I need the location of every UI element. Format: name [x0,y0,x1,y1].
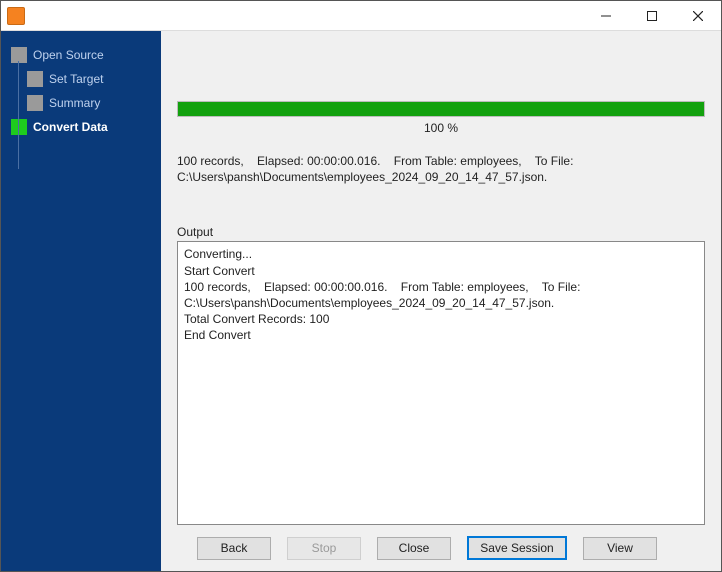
progress-bar [177,101,705,117]
step-label: Summary [49,96,100,110]
step-summary[interactable]: Summary [1,91,161,115]
step-open-source[interactable]: Open Source [1,43,161,67]
content-area: 100 % 100 records, Elapsed: 00:00:00.016… [161,31,721,525]
step-status-icon [11,47,27,63]
save-session-button[interactable]: Save Session [467,536,567,560]
main-panel: 100 % 100 records, Elapsed: 00:00:00.016… [161,31,721,571]
step-label: Set Target [49,72,103,86]
window-controls [583,1,721,30]
output-section: Output Converting... Start Convert 100 r… [177,225,705,525]
step-label: Open Source [33,48,104,62]
conversion-summary-text: 100 records, Elapsed: 00:00:00.016. From… [177,153,705,185]
output-log[interactable]: Converting... Start Convert 100 records,… [177,241,705,525]
close-window-button[interactable] [675,1,721,30]
step-status-icon [27,71,43,87]
app-icon [7,7,25,25]
step-convert-data[interactable]: Convert Data [1,115,161,139]
step-status-icon [27,95,43,111]
back-button[interactable]: Back [197,537,271,560]
wizard-sidebar: Open Source Set Target Summary Convert D… [1,31,161,571]
titlebar [1,1,721,31]
titlebar-left [1,7,25,25]
tree-connector [18,61,19,169]
minimize-button[interactable] [583,1,629,30]
close-icon [693,11,703,21]
body: Open Source Set Target Summary Convert D… [1,31,721,571]
view-button[interactable]: View [583,537,657,560]
stop-button: Stop [287,537,361,560]
wizard-steps: Open Source Set Target Summary Convert D… [1,43,161,139]
app-window: Open Source Set Target Summary Convert D… [0,0,722,572]
maximize-icon [647,11,657,21]
close-button[interactable]: Close [377,537,451,560]
step-status-icon [11,119,27,135]
footer-buttons: Back Stop Close Save Session View [161,525,721,571]
step-set-target[interactable]: Set Target [1,67,161,91]
minimize-icon [601,11,611,21]
maximize-button[interactable] [629,1,675,30]
progress-container: 100 % [177,101,705,135]
output-label: Output [177,225,705,239]
progress-percent-label: 100 % [177,121,705,135]
progress-fill [178,102,704,116]
step-label: Convert Data [33,120,108,134]
